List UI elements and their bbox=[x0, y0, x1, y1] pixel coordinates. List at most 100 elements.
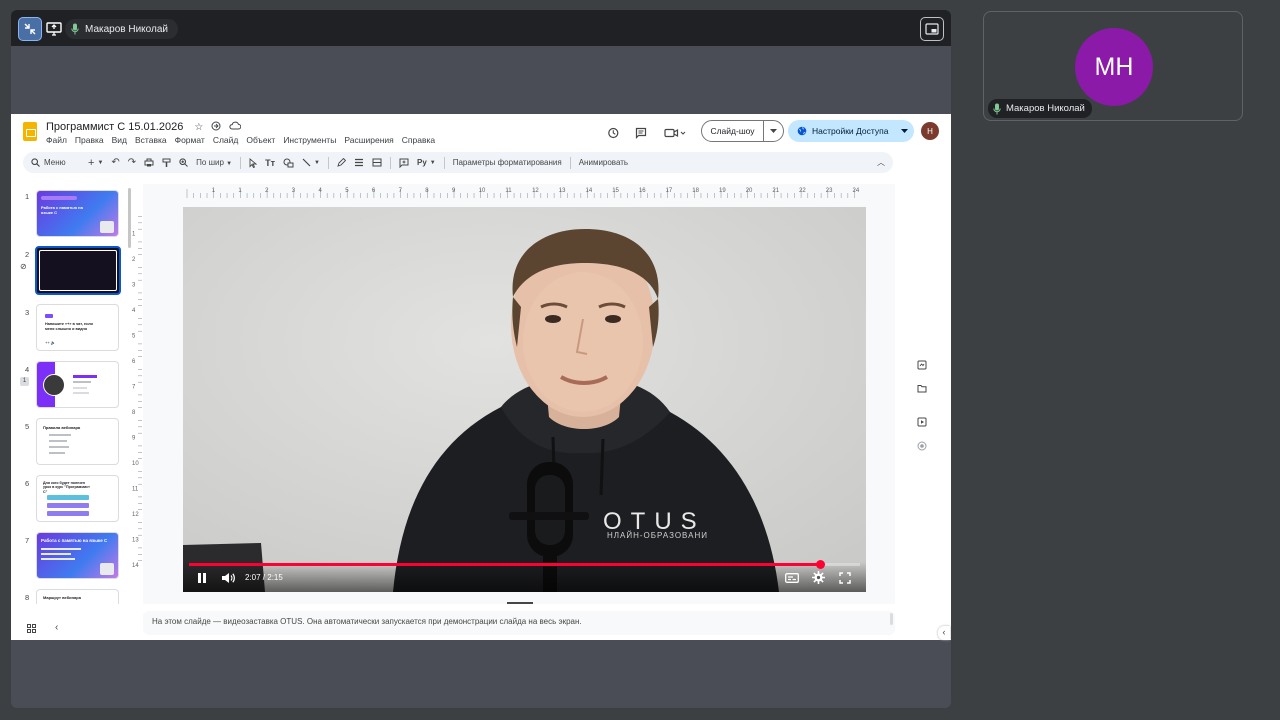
slide-thumbnail-3[interactable]: Напишите «+» в чат, если меня слышно и в… bbox=[36, 304, 119, 351]
star-icon[interactable]: ☆ bbox=[194, 122, 203, 133]
video-scrubber-handle[interactable] bbox=[815, 560, 825, 569]
caret-down-icon[interactable]: ▼ bbox=[314, 160, 320, 166]
meet-camera-icon[interactable] bbox=[664, 127, 686, 139]
undo-icon[interactable]: ↶ bbox=[111, 157, 119, 168]
pip-button[interactable] bbox=[920, 17, 944, 41]
new-slide-icon[interactable]: + bbox=[88, 157, 94, 169]
slide-thumb-title: Напишите «+» в чат, если меня слышно и в… bbox=[45, 322, 93, 331]
menu-file[interactable]: Файл bbox=[46, 135, 67, 145]
collapse-toolbar-icon[interactable]: ︿ bbox=[877, 157, 885, 168]
video-player[interactable]: OTUS НЛАЙН-ОБРАЗОВАНИ 2:07 / 2:15 bbox=[183, 207, 866, 592]
line-icon[interactable] bbox=[302, 158, 311, 167]
slideshow-label[interactable]: Слайд-шоу bbox=[702, 126, 763, 136]
zoom-icon[interactable] bbox=[179, 158, 189, 167]
participant-tile[interactable]: МН Макаров Николай bbox=[983, 11, 1243, 121]
caret-down-icon[interactable]: ▼ bbox=[430, 160, 436, 166]
caret-down-icon[interactable]: ▼ bbox=[97, 160, 103, 166]
folder-icon[interactable] bbox=[917, 384, 927, 393]
presenting-icon-button[interactable] bbox=[42, 17, 66, 41]
slide-thumbnail-1[interactable]: Работа с памятью на языке С bbox=[36, 190, 119, 237]
notes-resize-handle[interactable] bbox=[507, 602, 533, 604]
animate-button[interactable]: Анимировать bbox=[579, 158, 628, 167]
slide-thumbnail-2[interactable] bbox=[35, 246, 121, 295]
slide-thumb-title: Правила вебинара bbox=[43, 425, 81, 430]
menu-object[interactable]: Объект bbox=[246, 135, 275, 145]
menu-slide[interactable]: Слайд bbox=[213, 135, 239, 145]
horizontal-ruler[interactable]: 1 1 2 3 4 5 6 7 8 9 10 11 12 13 14 15 16 17 18 19 20 21 22 23 24 bbox=[183, 186, 866, 198]
screen-share-bar: Макаров Николай bbox=[11, 10, 951, 46]
border-dash-icon[interactable] bbox=[372, 158, 382, 167]
menu-search[interactable]: Меню bbox=[44, 158, 80, 167]
menu-edit[interactable]: Правка bbox=[75, 135, 104, 145]
slideshow-dropdown[interactable] bbox=[763, 121, 783, 141]
menu-extensions[interactable]: Расширения bbox=[344, 135, 393, 145]
pause-icon[interactable] bbox=[197, 572, 207, 584]
pen-icon[interactable] bbox=[337, 158, 346, 167]
ruler-label: 5 bbox=[132, 334, 136, 340]
redo-icon[interactable]: ↷ bbox=[128, 157, 136, 168]
slideshow-button[interactable]: Слайд-шоу bbox=[701, 120, 784, 142]
volume-icon[interactable] bbox=[221, 572, 235, 584]
user-avatar[interactable]: Н bbox=[921, 122, 939, 140]
slides-logo-icon[interactable] bbox=[23, 122, 37, 141]
mic-icon bbox=[993, 103, 1001, 114]
video-progress-fill bbox=[189, 563, 820, 566]
ruler-label: 11 bbox=[505, 188, 512, 194]
settings-gear-icon[interactable] bbox=[812, 571, 825, 584]
cloud-icon[interactable] bbox=[229, 121, 242, 130]
slide-filmstrip[interactable]: 1 Работа с памятью на языке С 2 ⊘ 3 Напи… bbox=[11, 184, 143, 604]
speaker-notes-text[interactable]: На этом слайде — видеозаставка OTUS. Она… bbox=[152, 617, 582, 626]
ruler-label: 4 bbox=[132, 308, 136, 314]
menu-insert[interactable]: Вставка bbox=[135, 135, 167, 145]
paint-format-icon[interactable] bbox=[162, 158, 171, 168]
doc-title[interactable]: Программист С 15.01.2026 ☆ bbox=[46, 121, 242, 133]
border-weight-icon[interactable] bbox=[354, 158, 364, 167]
slide-thumbnail-4[interactable] bbox=[36, 361, 119, 408]
comments-icon[interactable] bbox=[635, 127, 647, 139]
present-icon[interactable] bbox=[917, 417, 927, 427]
video-progress-bar[interactable] bbox=[189, 560, 860, 569]
vertical-ruler[interactable]: 1234567891011121314 bbox=[130, 200, 142, 592]
menu-format[interactable]: Формат bbox=[175, 135, 205, 145]
slide-thumbnail-7[interactable]: Работа с памятью на языке С bbox=[36, 532, 119, 579]
subtitles-icon[interactable] bbox=[785, 573, 799, 583]
ruler-label: 10 bbox=[479, 188, 486, 194]
select-cursor-icon[interactable] bbox=[249, 157, 258, 168]
history-icon[interactable] bbox=[607, 127, 619, 139]
caret-down-icon: ▼ bbox=[226, 161, 233, 167]
shape-icon[interactable] bbox=[283, 158, 294, 168]
slide-thumbnail-8[interactable]: Маршрут вебинара bbox=[36, 589, 119, 604]
share-label[interactable]: Настройки Доступа bbox=[812, 126, 888, 136]
ruler-label: 1 bbox=[212, 188, 216, 194]
record-icon[interactable] bbox=[917, 441, 927, 451]
caret-down-icon[interactable] bbox=[901, 129, 909, 133]
textbox-icon[interactable]: Tт bbox=[265, 158, 275, 168]
slide-number: 6 bbox=[25, 479, 30, 488]
format-options-button[interactable]: Параметры форматирования bbox=[453, 158, 562, 167]
menu-tools[interactable]: Инструменты bbox=[283, 135, 336, 145]
menu-view[interactable]: Вид bbox=[112, 135, 127, 145]
expand-side-panel-icon[interactable]: ‹ bbox=[938, 626, 950, 640]
fullscreen-icon[interactable] bbox=[839, 572, 851, 584]
slide-thumbnail-6[interactable]: Для кого будет полезен урок в курс "Прог… bbox=[36, 475, 119, 522]
print-icon[interactable] bbox=[144, 158, 154, 167]
comment-add-icon[interactable] bbox=[399, 158, 409, 168]
mic-icon bbox=[71, 23, 79, 35]
search-icon[interactable] bbox=[31, 158, 40, 167]
shared-screen: Макаров Николай Программист С 15.01.2026… bbox=[11, 10, 951, 708]
move-icon[interactable] bbox=[211, 121, 221, 131]
slide-thumbnail-5[interactable]: Правила вебинара bbox=[36, 418, 119, 465]
slide-thumb-title: Для кого будет полезен урок в курс "Прог… bbox=[43, 481, 90, 494]
menu-help[interactable]: Справка bbox=[402, 135, 435, 145]
share-button[interactable]: Настройки Доступа bbox=[788, 120, 914, 142]
theme-icon[interactable] bbox=[917, 360, 927, 370]
grid-view-icon[interactable] bbox=[27, 624, 36, 633]
speaker-notes[interactable]: На этом слайде — видеозаставка OTUS. Она… bbox=[143, 611, 895, 635]
exit-fullscreen-button[interactable] bbox=[18, 17, 42, 41]
input-tools-icon[interactable]: Ру bbox=[417, 158, 427, 167]
collapse-filmstrip-icon[interactable]: ‹ bbox=[55, 622, 58, 633]
doc-title-text[interactable]: Программист С 15.01.2026 bbox=[46, 121, 183, 133]
fit-dropdown[interactable]: По шир ▼ bbox=[196, 158, 232, 167]
notes-scrollbar[interactable] bbox=[890, 613, 893, 625]
fit-label[interactable]: По шир bbox=[196, 158, 224, 167]
